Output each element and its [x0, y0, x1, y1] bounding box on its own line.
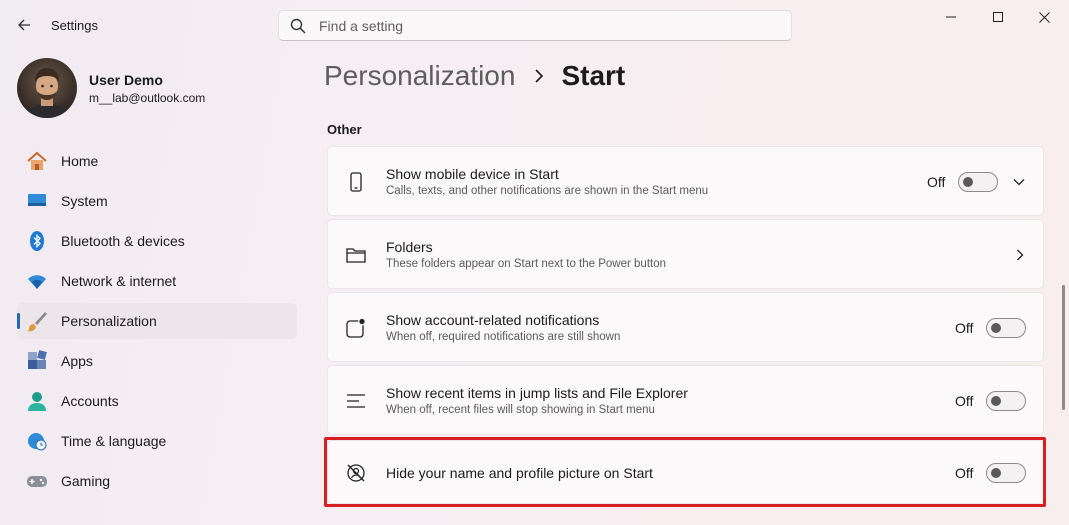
- user-email: m__lab@outlook.com: [89, 90, 206, 105]
- maximize-icon: [993, 12, 1003, 22]
- home-icon: [26, 150, 48, 172]
- show-mobile-device-toggle[interactable]: [958, 172, 999, 192]
- close-icon: [1038, 11, 1050, 23]
- sidebar-item-label: Personalization: [61, 313, 157, 329]
- folder-icon: [345, 244, 367, 266]
- sidebar-item-label: Apps: [61, 353, 93, 369]
- search-input[interactable]: [319, 17, 791, 34]
- section-title: Other: [327, 122, 362, 137]
- setting-show-mobile-device[interactable]: Show mobile device in Start Calls, texts…: [327, 146, 1044, 216]
- sidebar-item-system[interactable]: System: [17, 183, 297, 219]
- breadcrumb-parent[interactable]: Personalization: [324, 60, 515, 92]
- setting-title: Show account-related notifications: [386, 312, 600, 328]
- setting-title: Show recent items in jump lists and File…: [386, 385, 688, 401]
- person-icon: [26, 390, 48, 412]
- setting-title: Folders: [386, 239, 433, 255]
- scrollbar[interactable]: [1062, 285, 1065, 410]
- sidebar-item-label: System: [61, 193, 108, 209]
- maximize-button[interactable]: [975, 0, 1021, 34]
- toggle-state-label: Off: [955, 320, 974, 336]
- chevron-down-icon[interactable]: [1011, 174, 1027, 190]
- user-profile[interactable]: User Demo m__lab@outlook.com: [17, 58, 205, 118]
- gamepad-icon: [26, 470, 48, 492]
- title-bar: Settings: [0, 0, 1069, 50]
- sidebar-item-label: Time & language: [61, 433, 167, 449]
- page-title: Start: [561, 60, 626, 91]
- search-icon: [290, 18, 306, 34]
- sidebar-item-time-language[interactable]: Time & language: [17, 423, 297, 459]
- sidebar-item-label: Accounts: [61, 393, 119, 409]
- user-name: User Demo: [89, 71, 163, 88]
- minimize-icon: [946, 16, 956, 18]
- setting-description: Calls, texts, and other notifications ar…: [386, 185, 709, 197]
- monitor-icon: [26, 190, 48, 212]
- setting-description: When off, recent files will stop showing…: [386, 404, 655, 416]
- setting-title: Show mobile device in Start: [386, 166, 559, 182]
- sidebar-item-label: Bluetooth & devices: [61, 233, 185, 249]
- sidebar-item-accounts[interactable]: Accounts: [17, 383, 297, 419]
- back-arrow-icon: [18, 19, 30, 31]
- chevron-right-icon: [1012, 247, 1028, 263]
- sidebar-item-apps[interactable]: Apps: [17, 343, 297, 379]
- search-box[interactable]: [278, 10, 792, 41]
- sidebar-item-label: Home: [61, 153, 99, 169]
- phone-icon: [345, 171, 367, 193]
- recent-items-toggle[interactable]: [986, 391, 1027, 411]
- setting-folders[interactable]: Folders These folders appear on Start ne…: [327, 219, 1044, 289]
- sidebar-item-bluetooth[interactable]: Bluetooth & devices: [17, 223, 297, 259]
- sidebar-item-label: Network & internet: [61, 273, 177, 289]
- sidebar-item-label: Gaming: [61, 473, 111, 489]
- list-icon: [345, 390, 367, 412]
- account-notifications-toggle[interactable]: [986, 318, 1027, 338]
- toggle-state-label: Off: [955, 393, 974, 409]
- sidebar-item-network[interactable]: Network & internet: [17, 263, 297, 299]
- setting-description: These folders appear on Start next to th…: [386, 258, 667, 270]
- sidebar-item-gaming[interactable]: Gaming: [17, 463, 297, 499]
- globe-clock-icon: [26, 430, 48, 452]
- sidebar-item-home[interactable]: Home: [17, 143, 297, 179]
- highlight-box: [324, 437, 1046, 507]
- app-title: Settings: [51, 18, 98, 33]
- setting-recent-items[interactable]: Show recent items in jump lists and File…: [327, 365, 1044, 435]
- setting-description: When off, required notifications are sti…: [386, 331, 621, 343]
- setting-account-notifications[interactable]: Show account-related notifications When …: [327, 292, 1044, 362]
- sidebar-item-personalization[interactable]: Personalization: [17, 303, 297, 339]
- breadcrumb: Personalization Start: [324, 60, 625, 92]
- bluetooth-icon: [26, 230, 48, 252]
- chevron-right-icon: [534, 69, 544, 83]
- avatar: [17, 58, 77, 118]
- back-button[interactable]: [10, 12, 38, 38]
- toggle-state-label: Off: [927, 174, 946, 190]
- minimize-button[interactable]: [928, 0, 974, 34]
- notification-badge-icon: [345, 317, 367, 339]
- apps-icon: [26, 350, 48, 372]
- close-button[interactable]: [1021, 0, 1067, 34]
- wifi-icon: [26, 270, 48, 292]
- brush-icon: [26, 310, 48, 332]
- sidebar-nav: Home System Bluetooth & devices Network …: [17, 143, 297, 503]
